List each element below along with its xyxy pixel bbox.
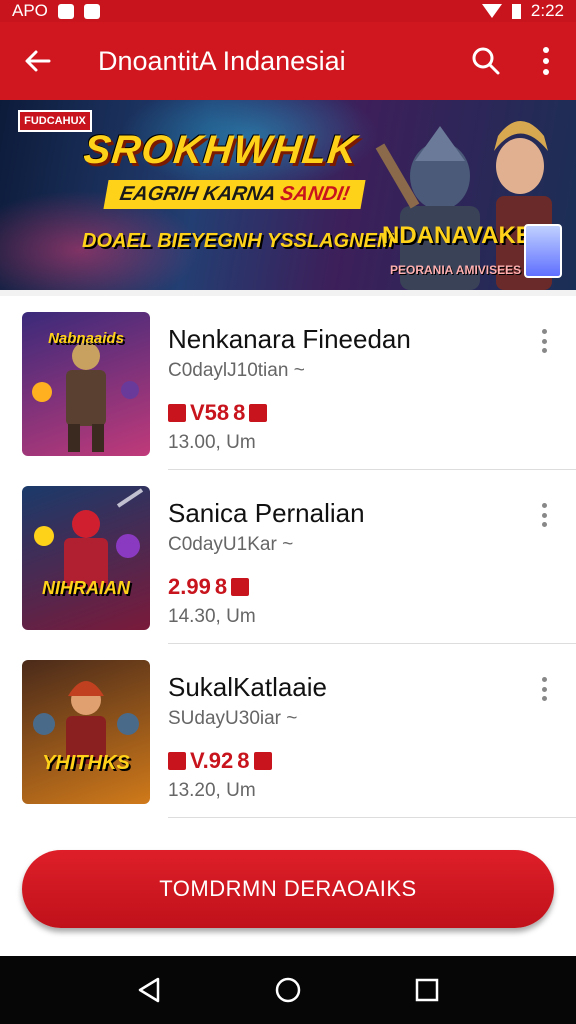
cta-container: TOMDRMN DERAOAIKS [0, 826, 576, 956]
price-suffix: 8 [233, 400, 246, 425]
banner-subheadline: EAGRIH KARNA SANDI! [103, 180, 366, 209]
game-title: Nenkanara Fineedan [168, 324, 411, 354]
home-circle-icon [275, 977, 301, 1003]
notification-icon [57, 3, 74, 19]
tilde-icon: ~ [293, 360, 305, 381]
game-time: 13.20, Um [168, 780, 256, 801]
recents-square-icon [415, 978, 438, 1002]
back-button[interactable] [0, 22, 76, 100]
tilde-icon: ~ [282, 534, 294, 555]
price-box-icon [168, 752, 186, 770]
more-vert-icon [541, 677, 547, 682]
more-vert-icon [541, 329, 547, 334]
overflow-menu-button[interactable] [516, 22, 576, 100]
price-suffix: 8 [237, 748, 250, 773]
banner-tagline: DOAEL BIEYEGNH YSSLAGNEM [82, 230, 394, 252]
game-meta: C0daylJ10tian ~ [168, 360, 305, 382]
price-box-icon [249, 404, 268, 422]
notification-icon [83, 3, 100, 19]
game-title: Sanica Pernalian [168, 498, 365, 528]
price-value: V58 [190, 400, 230, 425]
banner-brand-subtitle: PEORANIA AMIVISEES [390, 263, 522, 277]
banner-app-icon [524, 224, 562, 278]
price-box-icon [168, 404, 186, 422]
item-more-button[interactable] [530, 326, 558, 356]
search-icon [472, 47, 500, 75]
app-bar: DnoantitA Indanesiai [0, 22, 576, 100]
game-meta-text: SUdayU30iar [168, 708, 281, 729]
divider [168, 817, 576, 818]
back-triangle-icon [139, 977, 160, 1003]
price-value: 2.99 [168, 574, 211, 599]
price-suffix: 8 [214, 574, 228, 599]
item-more-button[interactable] [530, 674, 558, 704]
more-vert-icon [541, 338, 547, 344]
status-time: 2:22 [530, 1, 564, 20]
banner-subheadline-dark: EAGRIH KARNA [118, 183, 277, 205]
back-arrow-icon [25, 50, 51, 72]
banner-brand-title: NDANAVAKES [382, 222, 548, 249]
tilde-icon: ~ [286, 708, 298, 729]
character-illustration [34, 488, 144, 588]
status-carrier: APO [12, 1, 48, 20]
game-meta: SUdayU30iar ~ [168, 708, 297, 730]
price-box-icon [253, 752, 272, 770]
thumbnail-label: NIHRAIAN [42, 578, 130, 598]
more-vert-icon [541, 503, 547, 508]
more-vert-icon [541, 512, 547, 518]
nav-back-button[interactable] [119, 960, 179, 1020]
game-list: Nabnaaids Nenkanara Fineedan C0daylJ10ti… [0, 296, 576, 826]
system-nav-bar [0, 956, 576, 1024]
game-price: V.92 8 [168, 748, 272, 774]
list-item[interactable]: YHITHKS SukalKatlaaie SUdayU30iar ~ V.92… [0, 644, 576, 818]
more-vert-icon [541, 696, 547, 701]
banner-headline: SROKHWHLK [81, 128, 360, 172]
list-item[interactable]: Nabnaaids Nenkanara Fineedan C0daylJ10ti… [0, 296, 576, 470]
banner-logo: FUDCAHUX [18, 110, 92, 132]
game-time: 13.00, Um [168, 432, 256, 453]
game-price: 2.99 8 [168, 574, 250, 600]
list-item[interactable]: NIHRAIAN Sanica Pernalian C0dayU1Kar ~ 2… [0, 470, 576, 644]
thumbnail-label: YHITHKS [42, 752, 130, 774]
price-value: V.92 [190, 748, 234, 773]
item-more-button[interactable] [530, 500, 558, 530]
game-meta-text: C0daylJ10tian [168, 360, 289, 381]
page-title: DnoantitA Indanesiai [98, 45, 346, 76]
character-illustration [33, 681, 139, 764]
more-vert-icon [543, 47, 549, 75]
banner-subheadline-red: SANDI! [278, 183, 352, 205]
promo-banner[interactable]: FUDCAHUX SROKHWHLK EAGRIH KARNA SANDI! D… [0, 100, 576, 290]
status-bar: APO 2:22 [0, 0, 576, 22]
battery-icon [511, 3, 521, 19]
signal-icon [481, 4, 502, 18]
nav-home-button[interactable] [258, 960, 318, 1020]
game-thumbnail: YHITHKS [22, 660, 150, 804]
game-price: V58 8 [168, 400, 268, 426]
game-meta: C0dayU1Kar ~ [168, 534, 293, 556]
more-vert-icon [541, 522, 547, 527]
more-vert-icon [541, 348, 547, 353]
game-title: SukalKatlaaie [168, 672, 327, 702]
game-thumbnail: Nabnaaids [22, 312, 150, 456]
nav-recents-button[interactable] [397, 960, 457, 1020]
more-vert-icon [541, 686, 547, 692]
game-time: 14.30, Um [168, 606, 256, 627]
price-box-icon [231, 578, 250, 596]
game-meta-text: C0dayU1Kar [168, 534, 277, 555]
download-button[interactable]: TOMDRMN DERAOAIKS [22, 850, 554, 928]
search-button[interactable] [456, 22, 516, 100]
game-thumbnail: NIHRAIAN [22, 486, 150, 630]
thumbnail-label: Nabnaaids [48, 330, 124, 347]
